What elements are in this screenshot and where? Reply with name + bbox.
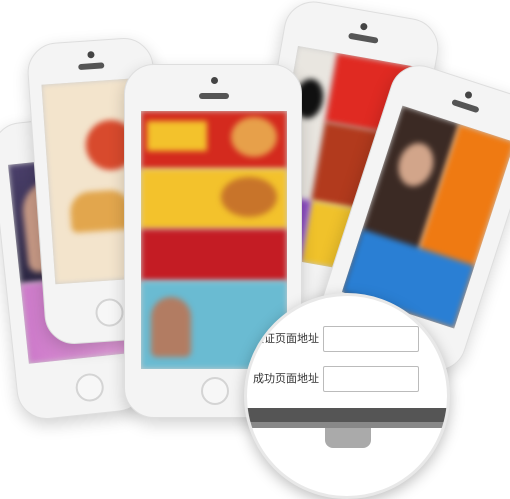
speaker-icon: [451, 98, 480, 114]
camera-icon: [87, 50, 95, 59]
camera-icon: [359, 22, 368, 31]
speaker-icon: [199, 93, 229, 99]
success-page-row: 成功页面地址: [247, 366, 447, 392]
auth-page-label: 认证页面地址: [253, 333, 319, 345]
home-button-icon: [74, 372, 106, 403]
success-page-input[interactable]: [323, 366, 419, 392]
home-button-icon: [201, 377, 229, 405]
auth-page-row: 认证页面地址: [247, 326, 447, 352]
camera-icon: [464, 90, 473, 100]
monitor-bezel: [247, 408, 447, 422]
camera-icon: [211, 77, 218, 84]
success-page-label: 成功页面地址: [253, 373, 319, 385]
monitor-stand: [325, 428, 371, 448]
speaker-icon: [78, 62, 105, 71]
home-button-icon: [94, 297, 125, 328]
speaker-icon: [348, 32, 379, 44]
auth-page-input[interactable]: [323, 326, 419, 352]
magnifier-lens: 认证页面地址 成功页面地址: [244, 293, 450, 499]
